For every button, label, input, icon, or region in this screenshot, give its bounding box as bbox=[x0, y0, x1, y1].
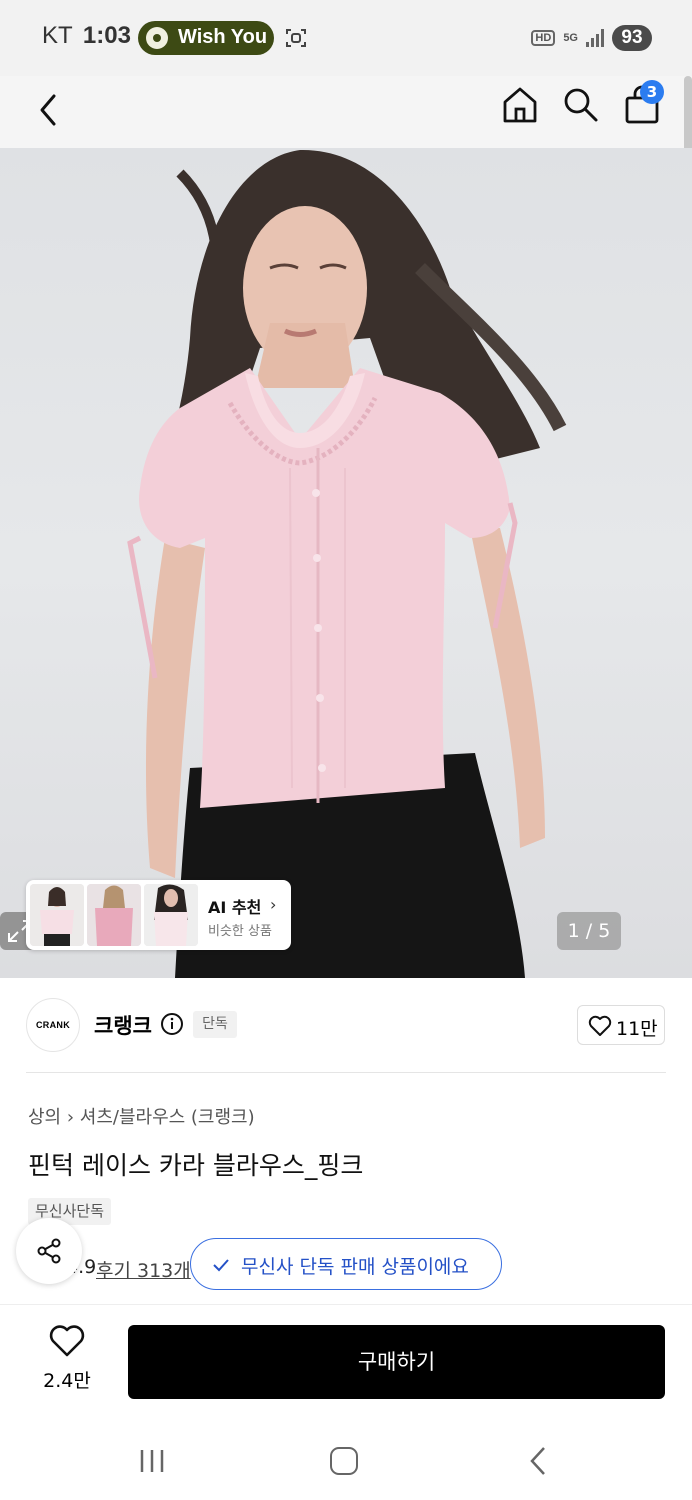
hd-voice-icon: HD bbox=[531, 30, 556, 46]
chevron-right-icon: › bbox=[270, 895, 277, 914]
now-playing-label: Wish You bbox=[178, 26, 268, 48]
image-pager: 1 / 5 bbox=[557, 912, 621, 950]
share-icon bbox=[37, 1238, 61, 1264]
recommend-thumbnail[interactable] bbox=[30, 884, 84, 946]
search-icon[interactable] bbox=[560, 84, 600, 124]
home-icon[interactable] bbox=[500, 84, 540, 126]
recommend-thumbnail[interactable] bbox=[87, 884, 141, 946]
ai-recommend-subtitle: 비슷한 상품 bbox=[208, 924, 272, 939]
recommend-thumbnail[interactable] bbox=[144, 884, 198, 946]
brand-logo[interactable]: CRANK bbox=[26, 998, 80, 1052]
status-clock: KT 1:03 bbox=[42, 22, 131, 50]
ai-recommend-card[interactable]: AI 추천 › 비슷한 상품 bbox=[26, 880, 291, 950]
wishlist-count: 2.4만 bbox=[43, 1370, 91, 1392]
back-arrow-icon[interactable] bbox=[34, 90, 62, 130]
music-icon bbox=[146, 27, 168, 49]
info-icon[interactable] bbox=[160, 1012, 184, 1036]
divider bbox=[26, 1072, 666, 1073]
product-image[interactable]: 1 / 5 bbox=[0, 148, 692, 978]
app-header: 3 bbox=[0, 76, 692, 148]
carrier-label: KT bbox=[42, 22, 73, 49]
network-type-icon: 5G bbox=[563, 31, 578, 44]
signal-icon bbox=[586, 29, 604, 47]
brand-like-count: 11만 bbox=[616, 1018, 658, 1040]
system-indicators: HD 5G 93 bbox=[531, 24, 652, 52]
status-bar: KT 1:03 Wish You HD 5G 93 bbox=[0, 0, 692, 76]
exclusive-tag: 단독 bbox=[193, 1011, 237, 1038]
product-title: 핀턱 레이스 카라 블라우스_핑크 bbox=[28, 1151, 364, 1180]
time-label: 1:03 bbox=[82, 22, 131, 49]
system-back-icon[interactable] bbox=[528, 1446, 548, 1476]
check-icon bbox=[213, 1259, 229, 1272]
share-button[interactable] bbox=[16, 1218, 82, 1284]
cart-count-badge: 3 bbox=[640, 80, 664, 104]
brand-like-button[interactable]: 11만 bbox=[577, 1005, 665, 1045]
review-link[interactable]: 후기 313개 bbox=[96, 1256, 191, 1283]
breadcrumb[interactable]: 상의 › 셔츠/블라우스 (크랭크) bbox=[28, 1103, 255, 1129]
buy-button[interactable]: 구매하기 bbox=[128, 1325, 665, 1399]
battery-icon: 93 bbox=[612, 25, 652, 51]
ai-recommend-title: AI 추천 bbox=[208, 898, 262, 917]
brand-name[interactable]: 크랭크 bbox=[94, 1010, 152, 1040]
home-button-icon[interactable] bbox=[330, 1447, 358, 1475]
system-nav-bar bbox=[0, 1420, 692, 1500]
wishlist-button[interactable]: 2.4만 bbox=[30, 1322, 104, 1398]
toast-message: 무신사 단독 판매 상품이에요 bbox=[241, 1256, 469, 1278]
divider bbox=[0, 1304, 692, 1305]
recent-apps-icon[interactable] bbox=[138, 1448, 166, 1474]
model-photo bbox=[127, 149, 567, 978]
screenshot-icon bbox=[286, 29, 306, 47]
heart-icon bbox=[588, 1015, 612, 1036]
now-playing-pill[interactable]: Wish You bbox=[138, 21, 274, 55]
exclusive-toast: 무신사 단독 판매 상품이에요 bbox=[190, 1238, 502, 1290]
heart-icon bbox=[49, 1325, 85, 1357]
